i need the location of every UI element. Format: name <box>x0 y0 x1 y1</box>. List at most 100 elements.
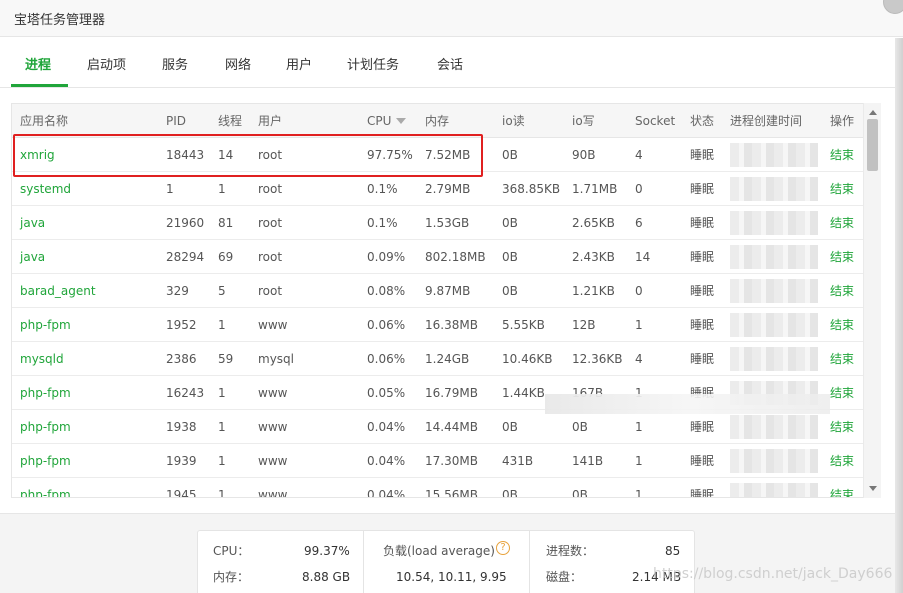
scroll-thumb[interactable] <box>867 119 878 171</box>
col-header-io-read[interactable]: io读 <box>502 114 525 128</box>
socket-cell: 4 <box>635 352 643 366</box>
table-row[interactable]: php-fpm 1952 1 www 0.06% 16.38MB 5.55KB 12B 1 睡眠 结… <box>12 308 864 342</box>
io-read-cell: 5.55KB <box>502 318 545 332</box>
threads-cell: 1 <box>218 182 226 196</box>
io-write-cell: 12B <box>572 318 596 332</box>
tab-users[interactable]: 用户 <box>286 54 312 73</box>
scroll-up-icon[interactable] <box>869 110 877 115</box>
pid-cell: 1939 <box>166 454 197 468</box>
col-header-status[interactable]: 状态 <box>690 114 714 128</box>
process-name[interactable]: java <box>20 216 45 230</box>
user-cell: root <box>258 284 283 298</box>
col-header-io-write[interactable]: io写 <box>572 114 595 128</box>
status-cell: 睡眠 <box>690 284 715 298</box>
table-row[interactable]: mysqld 2386 59 mysql 0.06% 1.24GB 10.46KB 12.36… <box>12 342 864 376</box>
table-scrollbar[interactable] <box>863 103 881 498</box>
end-process-link[interactable]: 结束 <box>830 182 854 196</box>
table-row[interactable]: java 21960 81 root 0.1% 1.53GB 0B 2.65KB 6 睡眠 结束 <box>12 206 864 240</box>
scroll-down-icon[interactable] <box>869 486 877 491</box>
window-edge <box>895 38 903 593</box>
mem-cell: 16.38MB <box>425 318 478 332</box>
divider <box>363 531 364 593</box>
col-header-pid[interactable]: PID <box>166 114 186 128</box>
watermark: https://blog.csdn.net/jack_Day666 <box>653 566 893 582</box>
table-row[interactable]: java 28294 69 root 0.09% 802.18MB 0B 2.43KB 14 睡眠… <box>12 240 864 274</box>
socket-cell: 4 <box>635 148 643 162</box>
mem-cell: 14.44MB <box>425 420 478 434</box>
end-process-link[interactable]: 结束 <box>830 454 854 468</box>
summary-panel: CPU： 99.37% 内存： 8.88 GB 负载(load average)… <box>197 530 695 593</box>
col-header-threads[interactable]: 线程 <box>218 114 242 128</box>
tab-cron[interactable]: 计划任务 <box>347 54 399 73</box>
end-process-link[interactable]: 结束 <box>830 386 854 400</box>
end-process-link[interactable]: 结束 <box>830 420 854 434</box>
pid-cell: 1 <box>166 182 174 196</box>
process-name[interactable]: java <box>20 250 45 264</box>
table-row[interactable]: barad_agent 329 5 root 0.08% 9.87MB 0B 1.21KB 0 睡… <box>12 274 864 308</box>
divider <box>529 531 530 593</box>
active-tab-indicator <box>11 84 68 87</box>
end-process-link[interactable]: 结束 <box>830 250 854 264</box>
tab-services[interactable]: 服务 <box>162 54 188 73</box>
tab-process[interactable]: 进程 <box>25 54 51 73</box>
col-header-user[interactable]: 用户 <box>258 114 282 128</box>
threads-cell: 1 <box>218 386 226 400</box>
io-write-cell: 2.43KB <box>572 250 615 264</box>
cpu-label: CPU： <box>213 544 250 558</box>
cpu-cell: 0.04% <box>367 420 406 434</box>
threads-cell: 1 <box>218 420 226 434</box>
col-header-name[interactable]: 应用名称 <box>20 114 68 128</box>
end-process-link[interactable]: 结束 <box>830 352 854 366</box>
end-process-link[interactable]: 结束 <box>830 488 854 497</box>
help-icon[interactable]: ? <box>496 541 510 555</box>
process-name[interactable]: mysqld <box>20 352 64 366</box>
process-name[interactable]: php-fpm <box>20 420 71 434</box>
redacted-created-time <box>730 449 818 473</box>
tab-network[interactable]: 网络 <box>225 54 251 73</box>
highlight-box <box>13 134 483 177</box>
col-header-cpu[interactable]: CPU <box>367 114 407 128</box>
table-header: 应用名称 PID 线程 用户 CPU 内存 io读 io写 Socket 状态 … <box>12 104 864 138</box>
process-name[interactable]: php-fpm <box>20 488 71 497</box>
table-row[interactable]: php-fpm 1938 1 www 0.04% 14.44MB 0B 0B 1 睡眠 结束 <box>12 410 864 444</box>
process-name[interactable]: php-fpm <box>20 318 71 332</box>
cpu-value: 99.37% <box>304 544 350 558</box>
pid-cell: 1945 <box>166 488 197 498</box>
col-header-socket[interactable]: Socket <box>635 114 675 128</box>
io-write-cell: 90B <box>572 148 596 162</box>
pid-cell: 1952 <box>166 318 197 332</box>
redacted-created-time <box>730 313 818 337</box>
table-row[interactable]: php-fpm 1939 1 www 0.04% 17.30MB 431B 141B 1 睡眠 结束 <box>12 444 864 478</box>
cpu-cell: 0.04% <box>367 488 406 498</box>
status-cell: 睡眠 <box>690 420 715 434</box>
table-row[interactable]: php-fpm 1945 1 www 0.04% 15.56MB 0B 0B 1 睡眠 结束 <box>12 478 864 498</box>
table-row[interactable]: systemd 1 1 root 0.1% 2.79MB 368.85KB 1.71MB 0 睡眠… <box>12 172 864 206</box>
col-header-mem[interactable]: 内存 <box>425 114 449 128</box>
io-read-cell: 0B <box>502 250 518 264</box>
redacted-created-time <box>730 177 818 201</box>
process-name[interactable]: php-fpm <box>20 454 71 468</box>
status-cell: 睡眠 <box>690 318 715 332</box>
threads-cell: 1 <box>218 318 226 332</box>
cpu-cell: 0.09% <box>367 250 406 264</box>
cpu-cell: 0.1% <box>367 216 398 230</box>
mem-cell: 17.30MB <box>425 454 478 468</box>
end-process-link[interactable]: 结束 <box>830 216 854 230</box>
end-process-link[interactable]: 结束 <box>830 318 854 332</box>
col-header-created[interactable]: 进程创建时间 <box>730 114 802 128</box>
end-process-link[interactable]: 结束 <box>830 284 854 298</box>
user-cell: root <box>258 216 283 230</box>
socket-cell: 1 <box>635 454 643 468</box>
process-name[interactable]: php-fpm <box>20 386 71 400</box>
mem-value: 8.88 GB <box>302 570 351 584</box>
io-read-cell: 368.85KB <box>502 182 561 196</box>
tab-startup[interactable]: 启动项 <box>87 54 126 73</box>
sort-desc-icon <box>396 118 407 124</box>
tab-sessions[interactable]: 会话 <box>437 54 463 73</box>
blurred-region <box>545 394 830 414</box>
threads-cell: 1 <box>218 488 226 498</box>
socket-cell: 1 <box>635 488 643 498</box>
end-process-link[interactable]: 结束 <box>830 148 854 162</box>
process-name[interactable]: barad_agent <box>20 284 96 298</box>
process-name[interactable]: systemd <box>20 182 71 196</box>
